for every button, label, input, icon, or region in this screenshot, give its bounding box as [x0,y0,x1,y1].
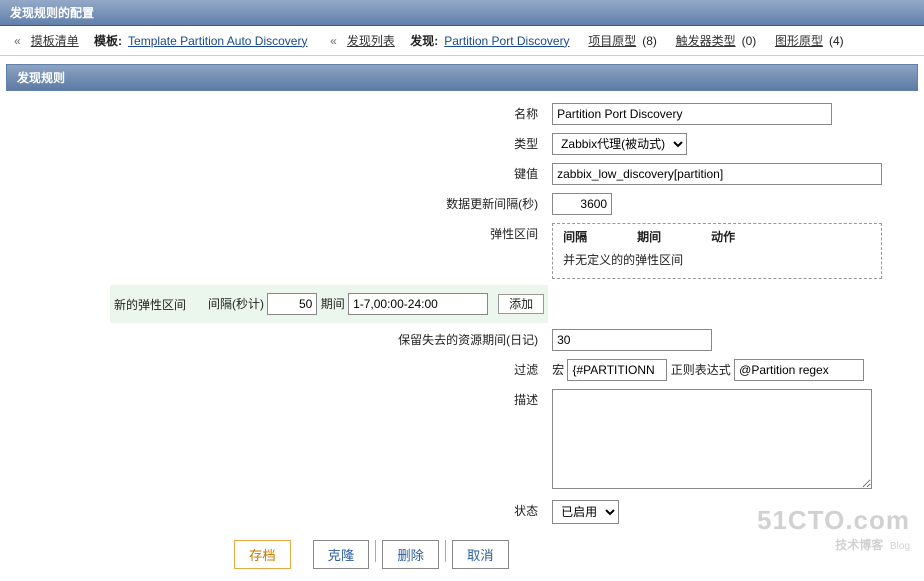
name-input[interactable] [552,103,832,125]
template-name-link[interactable]: Template Partition Auto Discovery [128,34,307,48]
clone-button[interactable]: 克隆 [313,540,370,569]
regex-input[interactable] [734,359,864,381]
keep-lost-label: 保留失去的资源期间(日记) [398,333,538,347]
update-interval-label: 数据更新间隔(秒) [446,197,538,211]
new-flex-period-label: 期间 [321,297,345,311]
discovery-label: 发现: [410,32,438,49]
new-flex-label: 新的弹性区间 [114,298,186,312]
delete-button[interactable]: 删除 [382,540,439,569]
trigger-prototype-link[interactable]: 触发器类型 [676,32,736,49]
button-row: 存档 克隆 删除 取消 [234,540,914,569]
page-header: 发现规则的配置 [0,0,924,26]
regex-label: 正则表达式 [671,363,731,377]
discovery-name-link[interactable]: Partition Port Discovery [444,34,569,48]
update-interval-input[interactable] [552,193,612,215]
save-button[interactable]: 存档 [234,540,291,569]
flex-intervals-box: 间隔 期间 动作 并无定义的的弹性区间 [552,223,882,279]
key-label: 键值 [514,167,538,181]
new-flex-interval-label: 间隔(秒计) [208,297,264,311]
laquo-icon: « [14,34,21,48]
section-title: 发现规则 [17,71,65,85]
template-list-link[interactable]: 摸板清单 [31,32,79,49]
filter-label: 过滤 [514,363,538,377]
graph-prototype-link[interactable]: 图形原型 [775,32,823,49]
macro-label: 宏 [552,363,564,377]
template-label: 模板: [94,32,122,49]
new-flex-period-input[interactable] [348,293,488,315]
type-select[interactable]: Zabbix代理(被动式) [552,133,687,155]
flex-hdr-period: 期间 [637,228,661,245]
status-select[interactable]: 已启用 [552,500,619,524]
keep-lost-input[interactable] [552,329,712,351]
status-label: 状态 [514,504,538,518]
macro-input[interactable] [567,359,667,381]
description-label: 描述 [514,393,538,407]
laquo-icon: « [330,34,337,48]
flex-label: 弹性区间 [490,227,538,241]
flex-empty-text: 并无定义的的弹性区间 [563,251,871,268]
add-flex-button[interactable]: 添加 [498,294,544,314]
flex-hdr-interval: 间隔 [563,228,587,245]
key-input[interactable] [552,163,882,185]
item-prototype-count: (8) [642,34,657,48]
cancel-button[interactable]: 取消 [452,540,509,569]
discovery-list-link[interactable]: 发现列表 [347,32,395,49]
name-label: 名称 [514,107,538,121]
description-textarea[interactable] [552,389,872,489]
graph-prototype-count: (4) [829,34,844,48]
section-header: 发现规则 [6,64,918,91]
flex-hdr-action: 动作 [711,228,735,245]
type-label: 类型 [514,137,538,151]
divider [375,540,376,562]
divider [445,540,446,562]
item-prototype-link[interactable]: 项目原型 [588,32,636,49]
page-title: 发现规则的配置 [10,6,94,20]
breadcrumb-nav: « 摸板清单 模板: Template Partition Auto Disco… [0,26,924,56]
new-flex-interval-input[interactable] [267,293,317,315]
trigger-prototype-count: (0) [742,34,757,48]
